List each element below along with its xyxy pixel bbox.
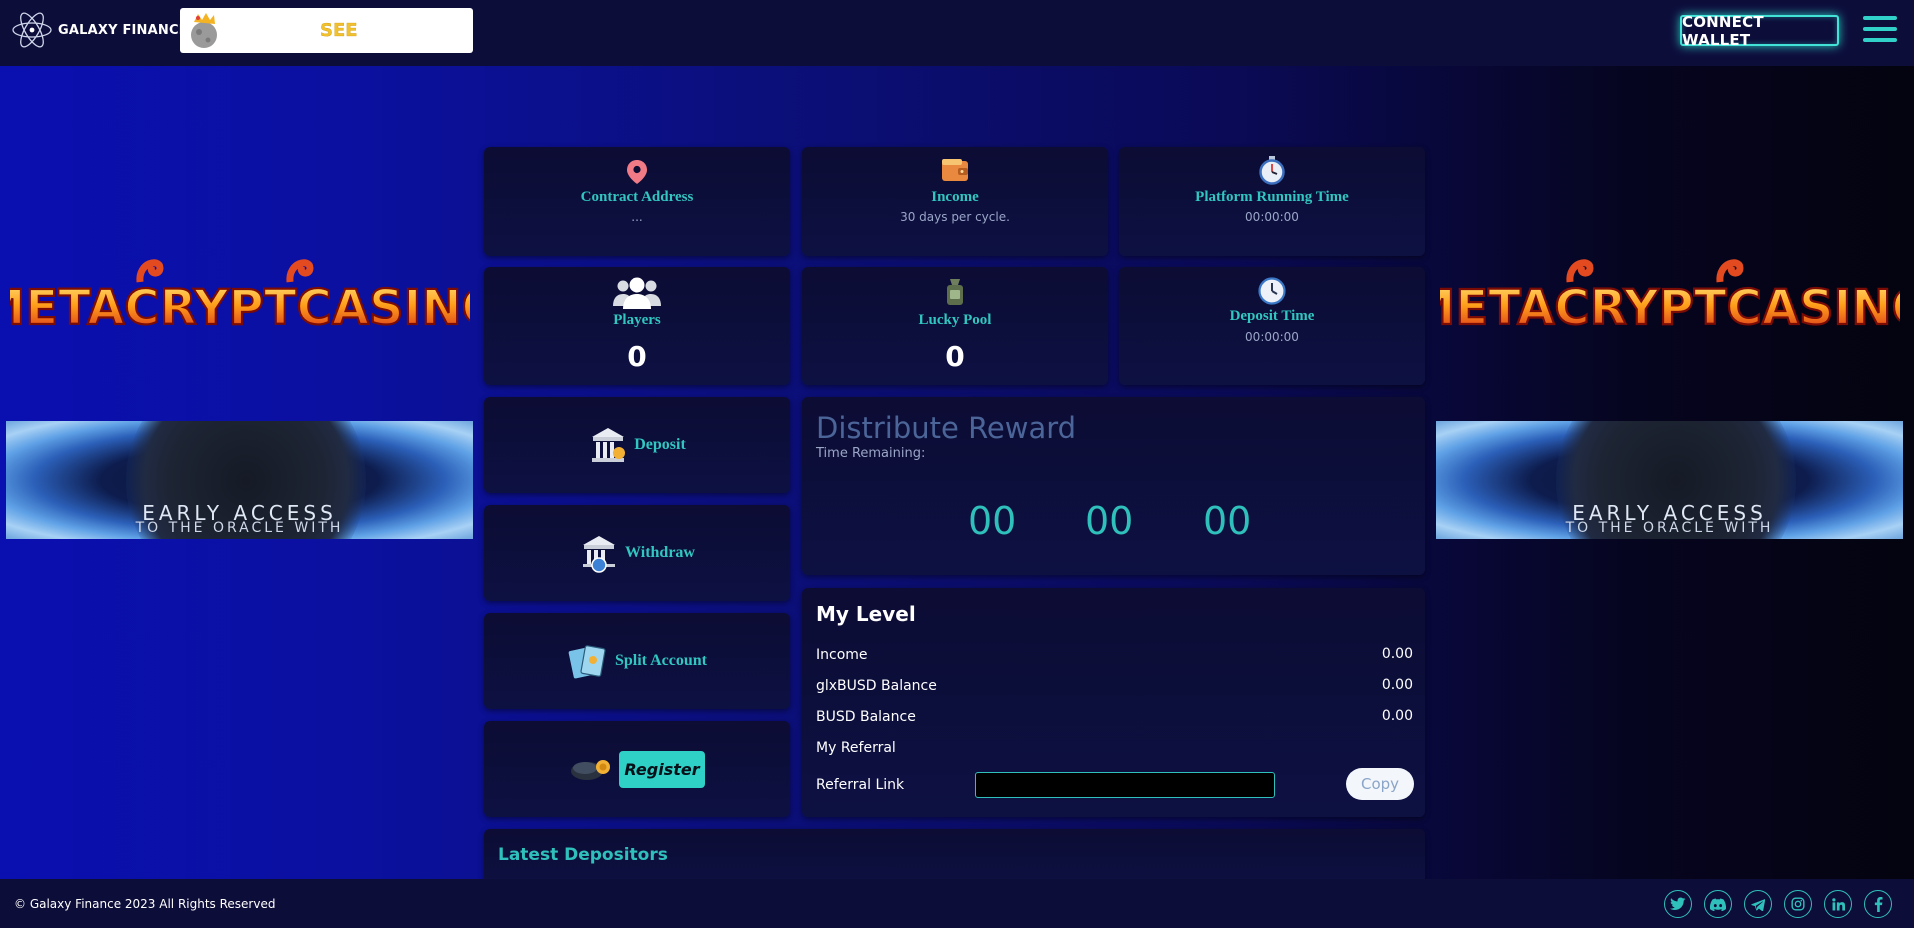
platform-running-time-title: Platform Running Time (1195, 189, 1349, 205)
register-button[interactable]: Register (619, 750, 705, 788)
oracle-line2-right: TO THE ORACLE WITH (1565, 520, 1774, 536)
deposit-time-card: Deposit Time 00:00:00 (1119, 267, 1425, 385)
contract-address-value[interactable]: ... (484, 210, 790, 224)
oracle-banner-left[interactable]: EARLY ACCESS TO THE ORACLE WITH (6, 421, 473, 539)
linkedin-icon[interactable] (1824, 890, 1852, 918)
income-row-value: 0.00 (1381, 646, 1413, 662)
casino-banner-left[interactable]: METACRYPTCASINO (0, 252, 503, 337)
deposit-button[interactable]: Deposit (484, 397, 790, 493)
location-pin-icon (627, 160, 647, 184)
deposit-time-value: 00:00:00 (1245, 330, 1299, 344)
lucky-pool-value: 0 (945, 340, 965, 373)
income-card: Income 30 days per cycle. (802, 147, 1108, 256)
withdraw-button[interactable]: Withdraw (484, 505, 790, 601)
atom-logo-icon (12, 12, 52, 48)
ticker-text: SEE (320, 20, 358, 41)
moon-mascot-icon (191, 13, 217, 48)
copy-referral-button[interactable]: Copy (1346, 768, 1414, 800)
telegram-icon[interactable] (1744, 890, 1772, 918)
income-row-label: Income (816, 647, 868, 663)
copyright-text: © Galaxy Finance 2023 All Rights Reserve… (14, 897, 276, 911)
distribute-reward-title: Distribute Reward (816, 411, 1077, 445)
clock-icon (1258, 277, 1286, 305)
connect-wallet-button[interactable]: CONNECT WALLET (1680, 13, 1839, 49)
bank-withdraw-icon (583, 536, 616, 573)
register-coin-icon (571, 760, 611, 780)
withdraw-label: Withdraw (625, 544, 695, 561)
ticker-banner[interactable]: SEE (180, 8, 473, 53)
stopwatch-icon (1259, 156, 1285, 185)
timer-hours: 00 (968, 499, 1017, 543)
my-level-card: My Level Income 0.00 glxBUSD Balance 0.0… (802, 588, 1425, 817)
latest-depositors-title: Latest Depositors (498, 845, 668, 865)
busd-balance-value: 0.00 (1381, 708, 1413, 724)
players-count: 0 (627, 340, 647, 373)
facebook-icon[interactable] (1864, 890, 1892, 918)
deposit-label: Deposit (634, 436, 686, 453)
hamburger-menu-icon[interactable] (1863, 16, 1897, 46)
my-level-title: My Level (816, 602, 916, 626)
timer-seconds: 00 (1203, 499, 1252, 543)
casino-banner-right[interactable]: METACRYPTCASINO (1407, 252, 1914, 337)
glxbusd-balance-label: glxBUSD Balance (816, 678, 937, 694)
casino-text-left: METACRYPTCASINO (10, 280, 470, 332)
casino-text-right: METACRYPTCASINO (1440, 280, 1900, 332)
users-group-icon (613, 277, 661, 309)
discord-icon[interactable] (1704, 890, 1732, 918)
twitter-icon[interactable] (1664, 890, 1692, 918)
casino-logo-right-icon: METACRYPTCASINO (1407, 259, 1914, 337)
timer-minutes: 00 (1085, 499, 1134, 543)
top-navbar: GALAXY FINANCE SEE CONNECT WALLET (0, 0, 1914, 66)
contract-address-title: Contract Address (580, 189, 694, 205)
split-account-label: Split Account (614, 652, 707, 669)
oracle-banner-right[interactable]: EARLY ACCESS TO THE ORACLE WITH (1436, 421, 1903, 539)
platform-running-time-value: 00:00:00 (1245, 210, 1299, 224)
contract-address-card: Contract Address ... (484, 147, 790, 256)
oracle-line2-left: TO THE ORACLE WITH (135, 520, 344, 536)
income-title: Income (931, 189, 979, 205)
instagram-icon[interactable] (1784, 890, 1812, 918)
my-referral-label: My Referral (816, 740, 896, 756)
brand-name: GALAXY FINANCE (58, 22, 188, 38)
money-bag-icon (947, 279, 963, 305)
lucky-pool-title: Lucky Pool (918, 312, 992, 328)
footer: © Galaxy Finance 2023 All Rights Reserve… (0, 879, 1914, 928)
deposit-time-title: Deposit Time (1229, 308, 1315, 324)
bank-deposit-icon (592, 428, 626, 462)
busd-balance-label: BUSD Balance (816, 709, 916, 725)
casino-logo-left-icon: METACRYPTCASINO (0, 259, 503, 337)
distribute-reward-card: Distribute Reward Time Remaining: 00 00 … (802, 397, 1425, 575)
brand-logo[interactable]: GALAXY FINANCE (10, 8, 188, 52)
register-card: Register (484, 721, 790, 817)
players-title: Players (613, 312, 661, 328)
lucky-pool-card: Lucky Pool 0 (802, 267, 1108, 385)
split-cards-icon (568, 645, 606, 679)
referral-link-label: Referral Link (816, 777, 905, 793)
players-card: Players 0 (484, 267, 790, 385)
platform-running-time-card: Platform Running Time 00:00:00 (1119, 147, 1425, 256)
income-subtitle: 30 days per cycle. (900, 210, 1010, 224)
wallet-icon (942, 159, 968, 181)
split-account-button[interactable]: Split Account (484, 613, 790, 709)
glxbusd-balance-value: 0.00 (1381, 677, 1413, 693)
time-remaining-label: Time Remaining: (816, 446, 926, 461)
referral-link-input[interactable] (975, 772, 1275, 798)
